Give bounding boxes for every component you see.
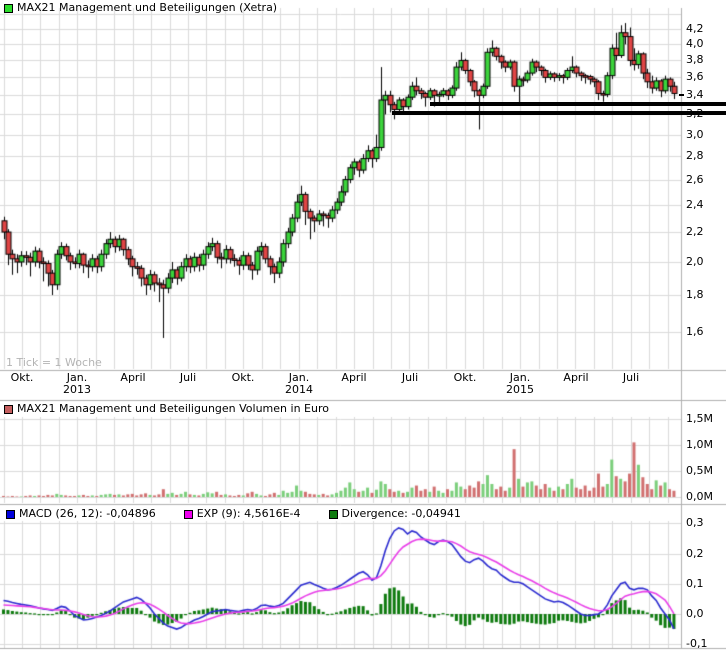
month-label: April [120, 371, 145, 384]
price-tick-label: 2,2 [686, 226, 704, 238]
month-label: Juli [623, 371, 639, 384]
exp-series-swatch-icon [184, 510, 193, 519]
macd-panel-legend: MACD (26, 12): -0,04896 EXP (9): 4,5616E… [6, 508, 461, 520]
month-label: Juli [180, 371, 196, 384]
year-label: 2014 [285, 384, 313, 396]
time-axis-label: Okt. [454, 372, 477, 384]
resistance-line-lower[interactable] [392, 111, 726, 115]
month-label: April [341, 371, 366, 384]
time-axis-label: Jan.2014 [285, 372, 313, 396]
time-axis-label: Okt. [11, 372, 34, 384]
year-label: 2015 [506, 384, 534, 396]
macd-tick-label: -0,1 [686, 638, 707, 650]
year-label: 2013 [63, 384, 91, 396]
stock-chart-window: { "header": { "title": "MAX21 Management… [0, 0, 726, 652]
month-label: Okt. [232, 371, 255, 384]
time-axis-label: Juli [623, 372, 639, 384]
volume-tick-label: 1,0M [686, 439, 713, 451]
resistance-line-upper[interactable] [430, 102, 726, 106]
exp-legend-label: EXP (9): 4,5616E-4 [197, 508, 301, 520]
time-axis-label: Jan.2013 [63, 372, 91, 396]
macd-series-swatch-icon [6, 510, 15, 519]
price-tick-label: 3,4 [686, 89, 704, 101]
time-axis-label: Juli [402, 372, 418, 384]
price-panel-title: MAX21 Management und Beteiligungen (Xetr… [17, 2, 277, 14]
price-tick-label: 2,0 [686, 256, 704, 268]
price-tick-label: 2,8 [686, 150, 704, 162]
volume-tick-label: 0,0M [686, 491, 713, 503]
volume-series-swatch-icon [4, 405, 13, 414]
volume-panel-legend: MAX21 Management und Beteiligungen Volum… [4, 403, 329, 415]
time-axis-label: April [341, 372, 366, 384]
price-panel-legend: MAX21 Management und Beteiligungen (Xetr… [4, 2, 277, 14]
volume-tick-label: 0,5M [686, 465, 713, 477]
time-axis-label: Juli [180, 372, 196, 384]
price-tick-label: 4,2 [686, 23, 704, 35]
time-axis-label: Okt. [232, 372, 255, 384]
price-series-swatch-icon [4, 4, 13, 13]
divergence-legend-label: Divergence: -0,04941 [342, 508, 461, 520]
time-axis-label: April [563, 372, 588, 384]
price-tick-label: 4,0 [686, 38, 704, 50]
chart-canvas [0, 0, 726, 652]
volume-panel-title: MAX21 Management und Beteiligungen Volum… [17, 403, 329, 415]
tick-note: 1 Tick = 1 Woche [6, 357, 102, 369]
month-label: April [563, 371, 588, 384]
month-label: Juli [402, 371, 418, 384]
price-tick-label: 1,8 [686, 289, 704, 301]
macd-tick-label: 0,2 [686, 548, 704, 560]
volume-tick-label: 1,5M [686, 413, 713, 425]
macd-legend-label: MACD (26, 12): -0,04896 [19, 508, 156, 520]
price-tick-label: 1,6 [686, 326, 704, 338]
month-label: Okt. [11, 371, 34, 384]
time-axis-label: April [120, 372, 145, 384]
price-tick-label: 3,6 [686, 71, 704, 83]
macd-tick-label: 0,1 [686, 578, 704, 590]
current-price-tick-icon [679, 94, 684, 96]
macd-tick-label: 0,3 [686, 517, 704, 529]
price-tick-label: 3,0 [686, 129, 704, 141]
time-axis-label: Jan.2015 [506, 372, 534, 396]
macd-tick-label: 0,0 [686, 608, 704, 620]
divergence-series-swatch-icon [329, 510, 338, 519]
price-tick-label: 3,8 [686, 54, 704, 66]
price-tick-label: 2,4 [686, 199, 704, 211]
month-label: Okt. [454, 371, 477, 384]
price-tick-label: 2,6 [686, 174, 704, 186]
